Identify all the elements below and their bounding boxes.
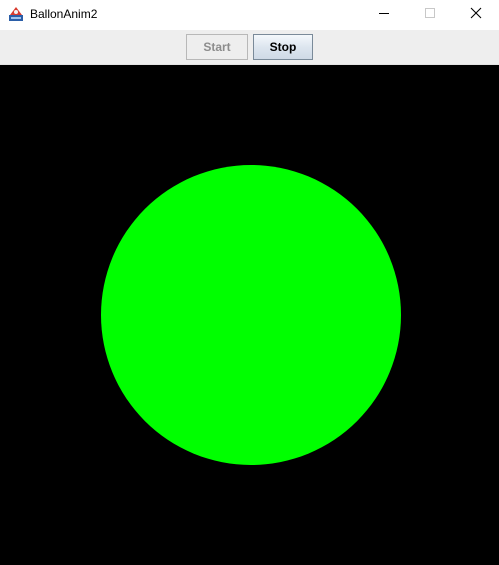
close-icon [470, 6, 482, 24]
control-toolbar: Start Stop [0, 30, 499, 65]
title-bar[interactable]: BallonAnim2 [0, 0, 499, 30]
window-title: BallonAnim2 [30, 7, 98, 21]
minimize-icon [378, 6, 390, 24]
stop-button[interactable]: Stop [253, 34, 313, 60]
app-window: BallonAnim2 Start Stop [0, 0, 499, 565]
maximize-button[interactable] [407, 0, 453, 30]
maximize-icon [424, 6, 436, 24]
start-button[interactable]: Start [186, 34, 248, 60]
close-button[interactable] [453, 0, 499, 30]
animation-canvas [0, 65, 499, 565]
java-app-icon [8, 6, 24, 22]
minimize-button[interactable] [361, 0, 407, 30]
balloon-circle [101, 165, 401, 465]
